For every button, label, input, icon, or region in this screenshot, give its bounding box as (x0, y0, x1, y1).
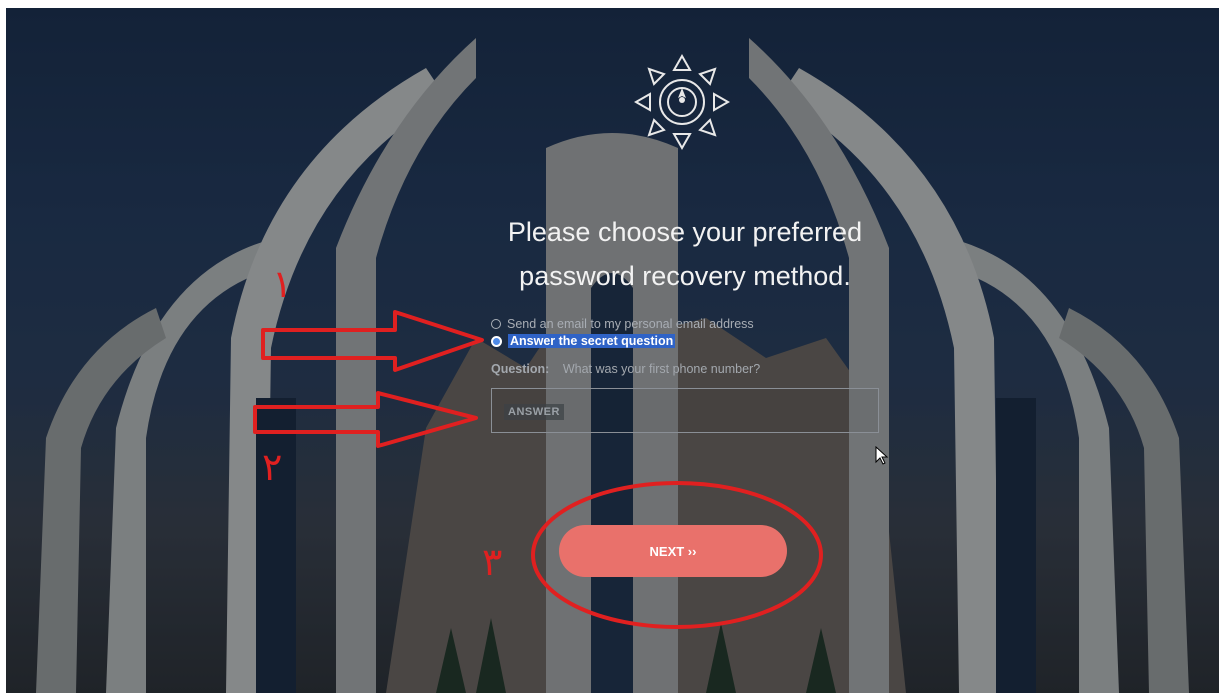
mouse-pointer-icon (875, 446, 889, 465)
next-button[interactable]: NEXT ›› (559, 525, 787, 577)
page-title: Please choose your preferred password re… (440, 210, 930, 298)
secret-question-row: Question: What was your first phone numb… (491, 362, 760, 376)
annotation-marker-1: ۱ (272, 262, 293, 306)
answer-field[interactable]: ANSWER (491, 388, 879, 433)
university-logo (633, 53, 731, 151)
annotation-marker-2: ۲ (262, 445, 283, 489)
radio-button-secret-question[interactable] (491, 335, 502, 347)
question-text: What was your first phone number? (562, 362, 761, 376)
radio-option-email[interactable]: Send an email to my personal email addre… (491, 317, 754, 331)
radio-option-secret-question[interactable]: Answer the secret question (491, 334, 676, 348)
radio-button-email[interactable] (491, 319, 501, 329)
next-button-label: NEXT ›› (649, 543, 697, 559)
answer-input[interactable] (492, 389, 878, 432)
annotation-marker-3: ۳ (482, 540, 503, 584)
radio-label-secret-question[interactable]: Answer the secret question (508, 334, 676, 348)
radio-label-email[interactable]: Send an email to my personal email addre… (507, 317, 754, 331)
title-line-2: password recovery method. (519, 261, 851, 291)
title-line-1: Please choose your preferred (507, 217, 863, 247)
background-photo (6, 8, 1219, 693)
question-label: Question: (491, 362, 550, 376)
